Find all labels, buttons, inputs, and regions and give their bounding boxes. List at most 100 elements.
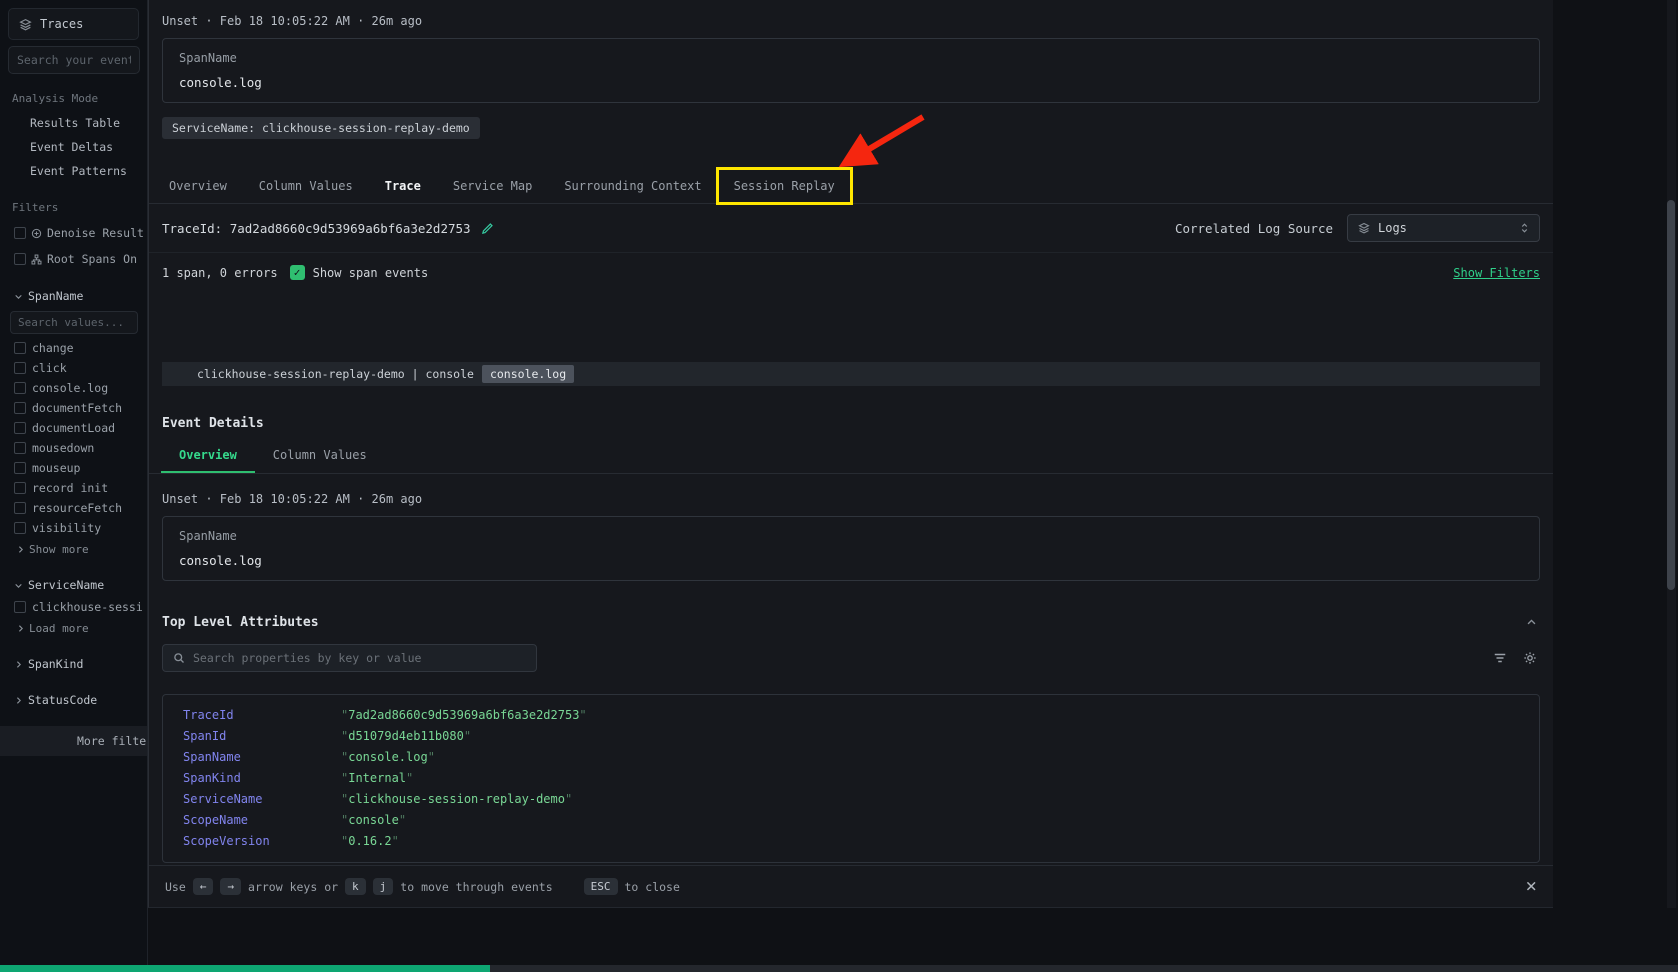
spanname-show-more[interactable]: Show more [0, 538, 147, 561]
option-label: record init [32, 481, 108, 495]
checkbox[interactable] [14, 502, 26, 514]
key-k: k [345, 878, 366, 895]
mode-results-table[interactable]: Results Table [0, 111, 147, 135]
footer-text: to move through events [400, 880, 552, 894]
event-tab-overview[interactable]: Overview [161, 439, 255, 473]
span-name-value: console.log [179, 75, 1523, 90]
filter-group-servicename[interactable]: ServiceName [0, 573, 147, 597]
property-search-input[interactable] [193, 651, 526, 665]
filter-root-spans[interactable]: Root Spans On [0, 246, 147, 272]
spanname-option[interactable]: mouseup [0, 458, 147, 478]
attributes-toolbar-icons [1493, 651, 1537, 665]
trace-span-bar[interactable]: clickhouse-session-replay-demo | console… [162, 362, 1540, 386]
checkbox[interactable] [14, 382, 26, 394]
checkbox[interactable] [14, 442, 26, 454]
attribute-row[interactable]: ScopeVersion0.16.2 [183, 831, 1519, 852]
collapse-chevron-up-icon[interactable] [1526, 617, 1537, 628]
attribute-row[interactable]: ScopeNameconsole [183, 810, 1519, 831]
spanname-option[interactable]: documentFetch [0, 398, 147, 418]
close-icon[interactable]: × [1526, 877, 1537, 896]
attribute-row[interactable]: TraceId7ad2ad8660c9d53969a6bf6a3e2d2753 [183, 705, 1519, 726]
checkbox[interactable] [14, 601, 26, 613]
filter-group-servicename-label: ServiceName [28, 578, 104, 592]
log-source-select[interactable]: Logs [1347, 214, 1540, 242]
keyboard-hints-footer: Use ← → arrow keys or k j to move throug… [149, 865, 1553, 907]
tab-column-values[interactable]: Column Values [243, 169, 369, 203]
service-name-badge[interactable]: ServiceName: clickhouse-session-replay-d… [162, 117, 480, 139]
option-label: mousedown [32, 441, 94, 455]
property-search [162, 644, 537, 672]
checkbox[interactable] [14, 402, 26, 414]
sidebar: Traces Analysis Mode Results Table Event… [0, 0, 148, 972]
spanname-option[interactable]: visibility [0, 518, 147, 538]
checkbox[interactable] [14, 342, 26, 354]
event-search-input[interactable] [8, 46, 140, 74]
correlated-log-source-label: Correlated Log Source [1175, 221, 1333, 236]
mode-event-patterns[interactable]: Event Patterns [0, 159, 147, 183]
option-label: click [32, 361, 67, 375]
attribute-key: SpanName [183, 747, 341, 768]
option-label: documentLoad [32, 421, 115, 435]
checkbox-root-spans[interactable] [14, 253, 26, 265]
spanname-option[interactable]: resourceFetch [0, 498, 147, 518]
attribute-row[interactable]: ServiceNameclickhouse-session-replay-dem… [183, 789, 1519, 810]
filter-group-spanname[interactable]: SpanName [0, 284, 147, 308]
trace-span-label: clickhouse-session-replay-demo | console [197, 367, 474, 381]
event-side-panel: Unset · Feb 18 10:05:22 AM · 26m ago Spa… [148, 0, 1553, 908]
option-label: change [32, 341, 74, 355]
filter-group-spankind[interactable]: SpanKind [0, 652, 147, 676]
checkbox-denoise[interactable] [14, 227, 26, 239]
app-root: { "colors": { "accent_green": "#2fbe70",… [0, 0, 1678, 972]
event-tab-column-values[interactable]: Column Values [255, 439, 385, 473]
checkbox[interactable] [14, 482, 26, 494]
span-name-value: console.log [179, 553, 1523, 568]
page-bottom-bar-progress [0, 965, 490, 972]
nav-item-traces[interactable]: Traces [9, 9, 138, 39]
tab-trace[interactable]: Trace [369, 169, 437, 203]
more-filters-button[interactable]: More filte [0, 726, 147, 756]
servicename-load-more[interactable]: Load more [0, 617, 147, 640]
chevron-right-icon [16, 624, 25, 633]
show-filters-link[interactable]: Show Filters [1453, 266, 1540, 280]
filter-group-statuscode-label: StatusCode [28, 693, 97, 707]
spanname-option[interactable]: console.log [0, 378, 147, 398]
show-span-events-checkbox[interactable]: ✓ [290, 265, 305, 280]
servicename-option[interactable]: clickhouse-sessi [0, 597, 147, 617]
tab-overview[interactable]: Overview [153, 169, 243, 203]
mode-event-deltas[interactable]: Event Deltas [0, 135, 147, 159]
gear-icon[interactable] [1523, 651, 1537, 665]
sidebar-nav: Traces [8, 8, 139, 40]
spanname-values-search-input[interactable] [10, 311, 138, 334]
trace-span-chip: console.log [482, 365, 574, 383]
spanname-option[interactable]: click [0, 358, 147, 378]
filter-lines-icon[interactable] [1493, 651, 1507, 665]
filter-group-statuscode[interactable]: StatusCode [0, 688, 147, 712]
correlated-log-source: Correlated Log Source Logs [1175, 214, 1540, 242]
trace-id-text: TraceId: 7ad2ad8660c9d53969a6bf6a3e2d275… [162, 221, 471, 236]
edit-pencil-icon[interactable] [481, 222, 494, 235]
spanname-option[interactable]: change [0, 338, 147, 358]
tab-service-map[interactable]: Service Map [437, 169, 548, 203]
filter-denoise-results[interactable]: Denoise Result [0, 220, 147, 246]
trace-toolbar: TraceId: 7ad2ad8660c9d53969a6bf6a3e2d275… [149, 204, 1553, 253]
checkbox[interactable] [14, 422, 26, 434]
scrollbar-thumb[interactable] [1667, 200, 1675, 590]
key-j: j [373, 878, 394, 895]
spanname-option[interactable]: record init [0, 478, 147, 498]
spanname-option[interactable]: mousedown [0, 438, 147, 458]
attributes-toolbar [162, 644, 1537, 672]
option-label: console.log [32, 381, 108, 395]
page-bottom-bar [0, 965, 1678, 972]
tab-session-replay[interactable]: Session Replay [718, 169, 851, 203]
spanname-option[interactable]: documentLoad [0, 418, 147, 438]
chevron-right-icon [14, 660, 23, 669]
tab-session-replay-label: Session Replay [734, 179, 835, 193]
filters-label: Filters [12, 201, 147, 214]
attribute-row[interactable]: SpanIdd51079d4eb11b080 [183, 726, 1519, 747]
attribute-row[interactable]: SpanKindInternal [183, 768, 1519, 789]
checkbox[interactable] [14, 362, 26, 374]
tab-surrounding-context[interactable]: Surrounding Context [548, 169, 717, 203]
checkbox[interactable] [14, 522, 26, 534]
checkbox[interactable] [14, 462, 26, 474]
attribute-row[interactable]: SpanNameconsole.log [183, 747, 1519, 768]
